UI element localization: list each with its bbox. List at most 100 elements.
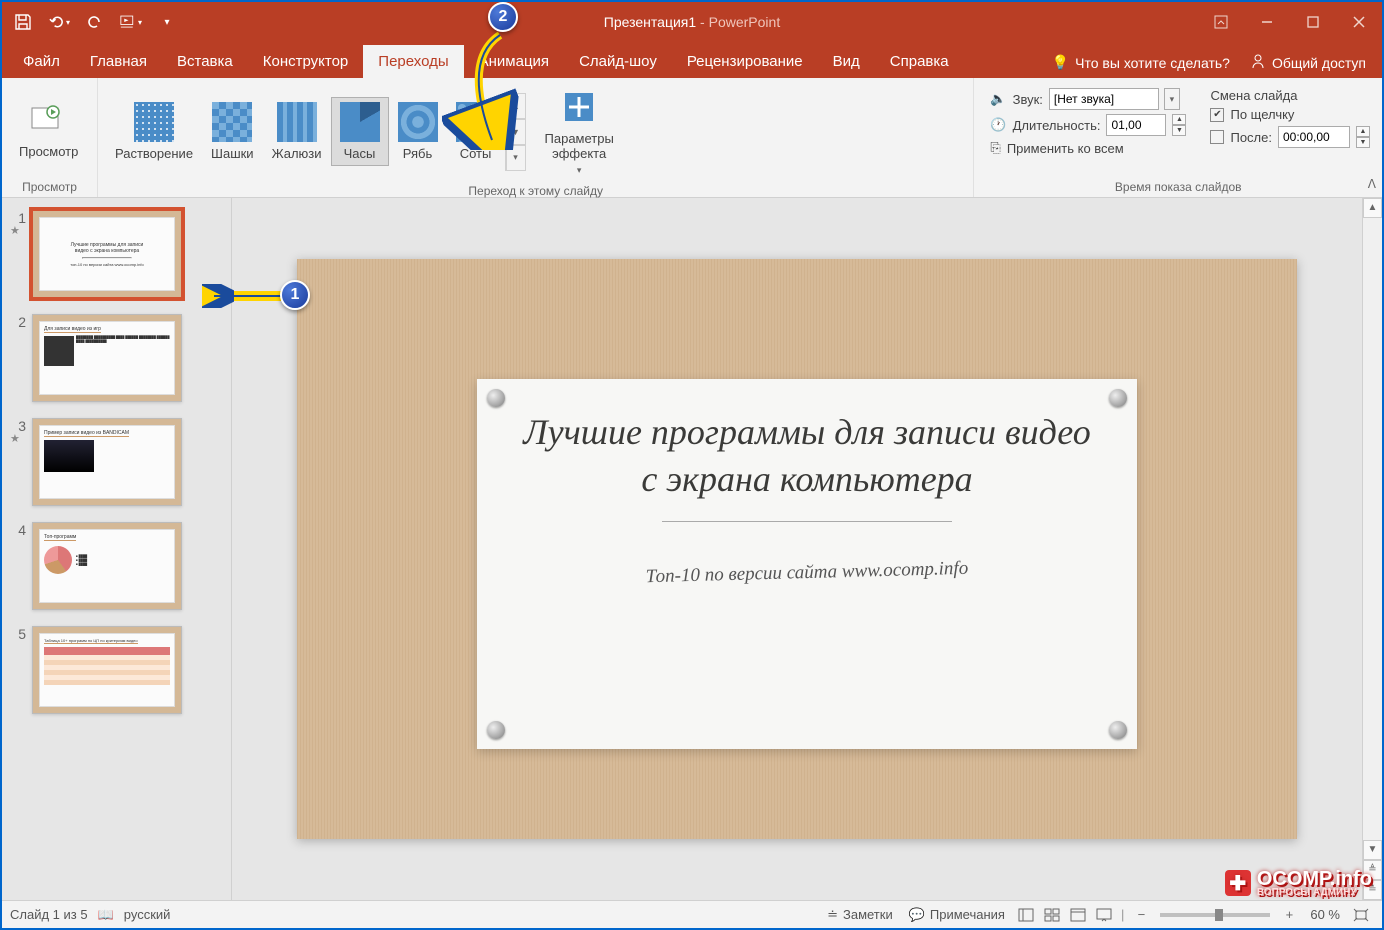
apply-all-icon: ⎘	[990, 140, 1000, 156]
on-click-checkbox[interactable]: ✔	[1210, 108, 1224, 122]
tell-me-search[interactable]: 💡 Что вы хотите сделать?	[1052, 54, 1230, 71]
status-bar: Слайд 1 из 5 📖 русский ≐Заметки 💬Примеча…	[2, 900, 1382, 928]
comments-button[interactable]: 💬Примечания	[901, 901, 1013, 928]
transition-ripple[interactable]: Рябь	[389, 97, 447, 166]
tab-review[interactable]: Рецензирование	[672, 45, 818, 78]
zoom-out-icon[interactable]: −	[1128, 901, 1154, 928]
transition-blinds[interactable]: Жалюзи	[263, 97, 331, 166]
zoom-in-icon[interactable]: +	[1276, 901, 1302, 928]
preview-button[interactable]: Просмотр	[10, 95, 87, 164]
thumbnail-5[interactable]: Таблица 10+ программ по ЦП по критериям …	[32, 626, 182, 714]
thumbnail-4[interactable]: Топ-программ■ ████■ ████■ ████	[32, 522, 182, 610]
duration-down[interactable]: ▼	[1172, 125, 1186, 136]
ribbon-options-icon[interactable]	[1198, 2, 1244, 42]
zoom-slider[interactable]	[1160, 913, 1270, 917]
normal-view-icon[interactable]	[1013, 901, 1039, 928]
minimize-icon[interactable]	[1244, 2, 1290, 42]
dissolve-icon	[134, 102, 174, 142]
checkers-icon	[212, 102, 252, 142]
tab-transitions[interactable]: Переходы	[363, 45, 463, 78]
tab-design[interactable]: Конструктор	[248, 45, 364, 78]
thumbnail-1[interactable]: Лучшие программы для записивидео с экран…	[32, 210, 182, 298]
tab-insert[interactable]: Вставка	[162, 45, 248, 78]
ribbon: Просмотр Просмотр Растворение Шашки Жалю…	[2, 78, 1382, 198]
tab-home[interactable]: Главная	[75, 45, 162, 78]
start-from-beginning-icon[interactable]: ▾	[120, 11, 142, 33]
after-input[interactable]	[1278, 126, 1350, 148]
effect-options-button[interactable]: Параметры эффекта▾	[536, 82, 623, 181]
slide-editor[interactable]: Лучшие программы для записи видео с экра…	[232, 198, 1362, 900]
annotation-badge-2: 2	[488, 2, 518, 32]
transition-clock[interactable]: Часы	[331, 97, 389, 166]
undo-icon[interactable]: ▾	[48, 11, 70, 33]
gallery-down-icon[interactable]: ▼	[506, 119, 526, 145]
sound-label: Звук:	[1013, 92, 1043, 107]
duration-up[interactable]: ▲	[1172, 114, 1186, 125]
reading-view-icon[interactable]	[1065, 901, 1091, 928]
slide-card: Лучшие программы для записи видео с экра…	[477, 379, 1137, 749]
transition-checkers[interactable]: Шашки	[202, 97, 263, 166]
tab-animations[interactable]: Анимация	[464, 45, 564, 78]
slide-title[interactable]: Лучшие программы для записи видео с экра…	[517, 409, 1097, 503]
sound-icon: 🔈	[990, 91, 1006, 107]
after-checkbox[interactable]	[1210, 130, 1224, 144]
watermark: ✚ OCOMP.infoВОПРОСЫ АДМИНУ	[1225, 868, 1372, 898]
after-down[interactable]: ▼	[1356, 137, 1370, 148]
rivet-icon	[487, 389, 505, 407]
tab-view[interactable]: Вид	[818, 45, 875, 78]
maximize-icon[interactable]	[1290, 2, 1336, 42]
gallery-more-icon[interactable]: ▾	[506, 145, 526, 171]
divider	[662, 521, 952, 522]
window-title: Презентация1 - PowerPoint	[604, 14, 780, 30]
qat-customize-icon[interactable]: ▾	[156, 11, 178, 33]
blinds-icon	[277, 102, 317, 142]
spellcheck-icon[interactable]: 📖	[98, 907, 114, 923]
share-button[interactable]: Общий доступ	[1250, 53, 1366, 72]
thumbnail-2[interactable]: Для записи видео из игр████████ ████████…	[32, 314, 182, 402]
scroll-up-icon[interactable]: ▲	[1363, 198, 1382, 218]
gallery-up-icon[interactable]: ▲	[506, 93, 526, 119]
slideshow-view-icon[interactable]	[1091, 901, 1117, 928]
collapse-ribbon-icon[interactable]: ᐱ	[1368, 177, 1376, 191]
scroll-down-icon[interactable]: ▼	[1363, 840, 1382, 860]
thumb-number: 4	[10, 522, 32, 538]
rivet-icon	[1109, 389, 1127, 407]
rivet-icon	[1109, 721, 1127, 739]
duration-input[interactable]	[1106, 114, 1166, 136]
transition-gallery-nav: ▲ ▼ ▾	[505, 93, 526, 171]
watermark-icon: ✚	[1225, 870, 1251, 896]
slide-counter[interactable]: Слайд 1 из 5	[10, 907, 88, 922]
after-up[interactable]: ▲	[1356, 126, 1370, 137]
zoom-level[interactable]: 60 %	[1310, 907, 1340, 922]
thumbnail-3[interactable]: Пример записи видео из BANDICAM	[32, 418, 182, 506]
clock-icon	[340, 102, 380, 142]
slide-thumbnails: 1★ Лучшие программы для записивидео с эк…	[2, 198, 232, 900]
ribbon-tabs: Файл Главная Вставка Конструктор Переход…	[2, 42, 1382, 78]
thumb-number: 2	[10, 314, 32, 330]
tab-file[interactable]: Файл	[8, 45, 75, 78]
redo-icon[interactable]	[84, 11, 106, 33]
sorter-view-icon[interactable]	[1039, 901, 1065, 928]
close-icon[interactable]	[1336, 2, 1382, 42]
preview-icon	[29, 100, 69, 140]
transition-star-icon: ★	[10, 434, 32, 445]
transition-star-icon: ★	[10, 226, 32, 237]
save-icon[interactable]	[12, 11, 34, 33]
transition-dissolve[interactable]: Растворение	[106, 97, 202, 166]
duration-icon: 🕐	[990, 117, 1006, 133]
effect-options-icon	[559, 87, 599, 127]
tab-slideshow[interactable]: Слайд-шоу	[564, 45, 672, 78]
fit-to-window-icon[interactable]	[1348, 901, 1374, 928]
thumb-number: 5	[10, 626, 32, 642]
vertical-scrollbar[interactable]: ▲ ▼ ≜ ≛	[1362, 198, 1382, 900]
tab-help[interactable]: Справка	[875, 45, 964, 78]
slide-canvas[interactable]: Лучшие программы для записи видео с экра…	[297, 259, 1297, 839]
slide-subtitle[interactable]: Топ-10 по версии сайта www.ocomp.info	[517, 554, 1097, 591]
transition-honeycomb[interactable]: Соты	[447, 97, 505, 166]
language-indicator[interactable]: русский	[124, 907, 171, 922]
thumb-number: 3	[10, 418, 32, 434]
title-bar: ▾ ▾ ▾ Презентация1 - PowerPoint	[2, 2, 1382, 42]
sound-select[interactable]	[1049, 88, 1159, 110]
notes-button[interactable]: ≐Заметки	[819, 901, 901, 928]
apply-to-all-button[interactable]: ⎘ Применить ко всем	[990, 140, 1186, 156]
